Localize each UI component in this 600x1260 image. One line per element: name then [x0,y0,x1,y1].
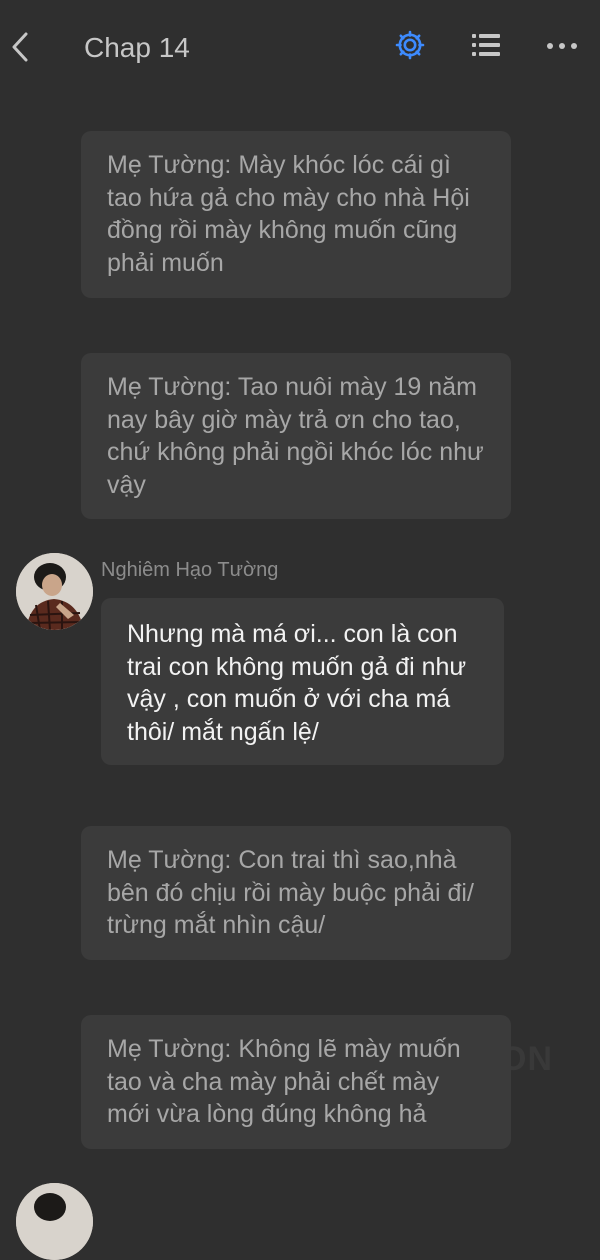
chevron-left-icon [12,32,28,62]
narration-bubble: Mẹ Tường: Mày khóc lóc cái gì tao hứa gả… [81,131,511,298]
more-horizontal-icon [547,43,577,49]
avatar[interactable] [16,1183,93,1260]
character-avatar-image [16,553,93,630]
narration-text: Mẹ Tường: Mày khóc lóc cái gì tao hứa gả… [107,151,470,277]
narration-text: Mẹ Tường: Con trai thì sao,nhà bên đó ch… [107,846,474,939]
avatar[interactable] [16,553,93,630]
character-text: Nhưng mà má ơi... con là con trai con kh… [127,620,467,746]
chapter-list-button[interactable] [468,28,504,62]
more-options-button[interactable] [544,32,580,60]
narration-bubble: Mẹ Tường: Tao nuôi mày 19 năm nay bây gi… [81,353,511,519]
narration-text: Mẹ Tường: Không lẽ mày muốn tao và cha m… [107,1035,461,1128]
chapter-title: Chap 14 [84,32,190,63]
gear-icon [395,30,425,60]
narration-bubble: Mẹ Tường: Con trai thì sao,nhà bên đó ch… [81,826,511,960]
narration-bubble: Mẹ Tường: Không lẽ mày muốn tao và cha m… [81,1015,511,1149]
character-bubble: Nhưng mà má ơi... con là con trai con kh… [101,598,504,765]
sender-name: Nghiêm Hạo Tường [101,559,279,581]
character-avatar-image [16,1183,93,1260]
top-bar: Chap 14 [0,0,600,96]
settings-button[interactable] [393,28,427,62]
list-icon [472,34,500,56]
narration-text: Mẹ Tường: Tao nuôi mày 19 năm nay bây gi… [107,373,484,499]
back-button[interactable] [6,28,40,66]
